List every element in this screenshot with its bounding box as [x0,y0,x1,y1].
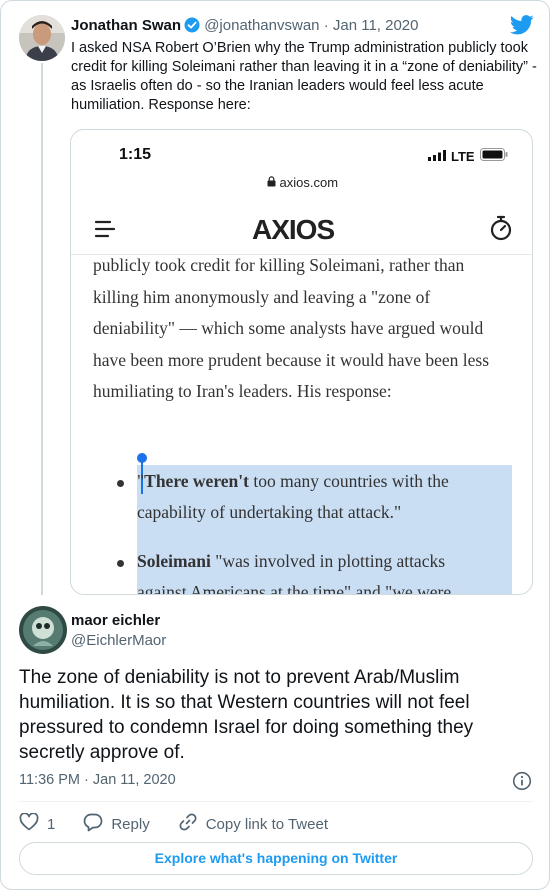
verified-badge-icon [184,17,200,39]
phone-status-icons: LTE [428,148,508,164]
article-text: publicly took credit for killing Soleima… [93,255,490,401]
timer-icon[interactable] [489,215,513,246]
phone-status-time: 1:15 [119,146,152,163]
bullet2-rest: "was involved in plotting attacks [210,551,446,571]
bullet1-line2: capability of undertaking that attack." [137,502,402,522]
quoted-tweet-text: I asked NSA Robert O’Brien why the Trump… [71,40,537,113]
like-button[interactable]: 1 [19,812,56,835]
reply-button[interactable]: Reply [83,813,150,836]
quoted-author-name[interactable]: Jonathan Swan [71,17,181,34]
battery-icon [479,148,508,164]
lock-icon [267,175,276,190]
browser-url-bar[interactable]: axios.com [71,175,532,190]
bullet1-bold: There weren't [144,471,249,491]
tweet-timestamp[interactable]: 11:36 PM · Jan 11, 2020 [19,772,176,788]
copy-link-label: Copy link to Tweet [205,815,328,833]
bullet2-bold: Soleimani [137,551,211,571]
reply-label: Reply [111,815,150,833]
hamburger-icon[interactable] [94,217,118,246]
avatar-jonathan-swan[interactable] [19,15,65,61]
reply-icon [83,813,103,836]
quoted-tweet-header: Jonathan Swan @jonathanvswan · Jan 11, 2… [71,16,419,39]
bullet1-line1: "There weren't too many countries with t… [137,471,449,492]
author-name[interactable]: maor eichler [71,612,160,629]
bullet1-rest: too many countries with the [248,471,449,491]
copy-link-button[interactable]: Copy link to Tweet [178,812,328,836]
link-icon [178,812,198,836]
network-label: LTE [451,148,475,164]
axios-logo[interactable]: AXIOS [252,214,335,246]
quoted-author-handle[interactable]: @jonathanvswan [204,17,319,34]
divider [19,801,533,802]
separator-dot: · [323,17,329,34]
tweet-embed-card: Jonathan Swan @jonathanvswan · Jan 11, 2… [0,0,550,890]
tweet-text: The zone of deniability is not to preven… [19,667,474,763]
like-count: 1 [47,815,56,833]
bullet-dot [117,560,124,567]
avatar-maor-eichler[interactable] [19,606,67,654]
thread-line [41,63,43,595]
author-handle[interactable]: @EichlerMaor [71,632,166,649]
tweet-actions: 1 Reply Copy link to Tweet [19,812,356,836]
url-text: axios.com [279,175,339,190]
quoted-tweet-date[interactable]: Jan 11, 2020 [333,17,419,34]
quoted-tweet-media[interactable]: 1:15 LTE axios.com AXIOS publicly took c… [70,129,533,595]
explore-button[interactable]: Explore what's happening on Twitter [19,842,533,875]
axios-header: AXIOS [71,205,532,255]
bullet2-line2: against Americans at the time" and "we w… [137,582,452,595]
bullet-dot [117,480,124,487]
heart-icon [19,812,39,835]
signal-icon [428,149,446,164]
bullet2-line1: Soleimani "was involved in plotting atta… [137,551,445,572]
twitter-bird-icon[interactable] [509,15,534,40]
info-icon[interactable] [512,771,532,796]
